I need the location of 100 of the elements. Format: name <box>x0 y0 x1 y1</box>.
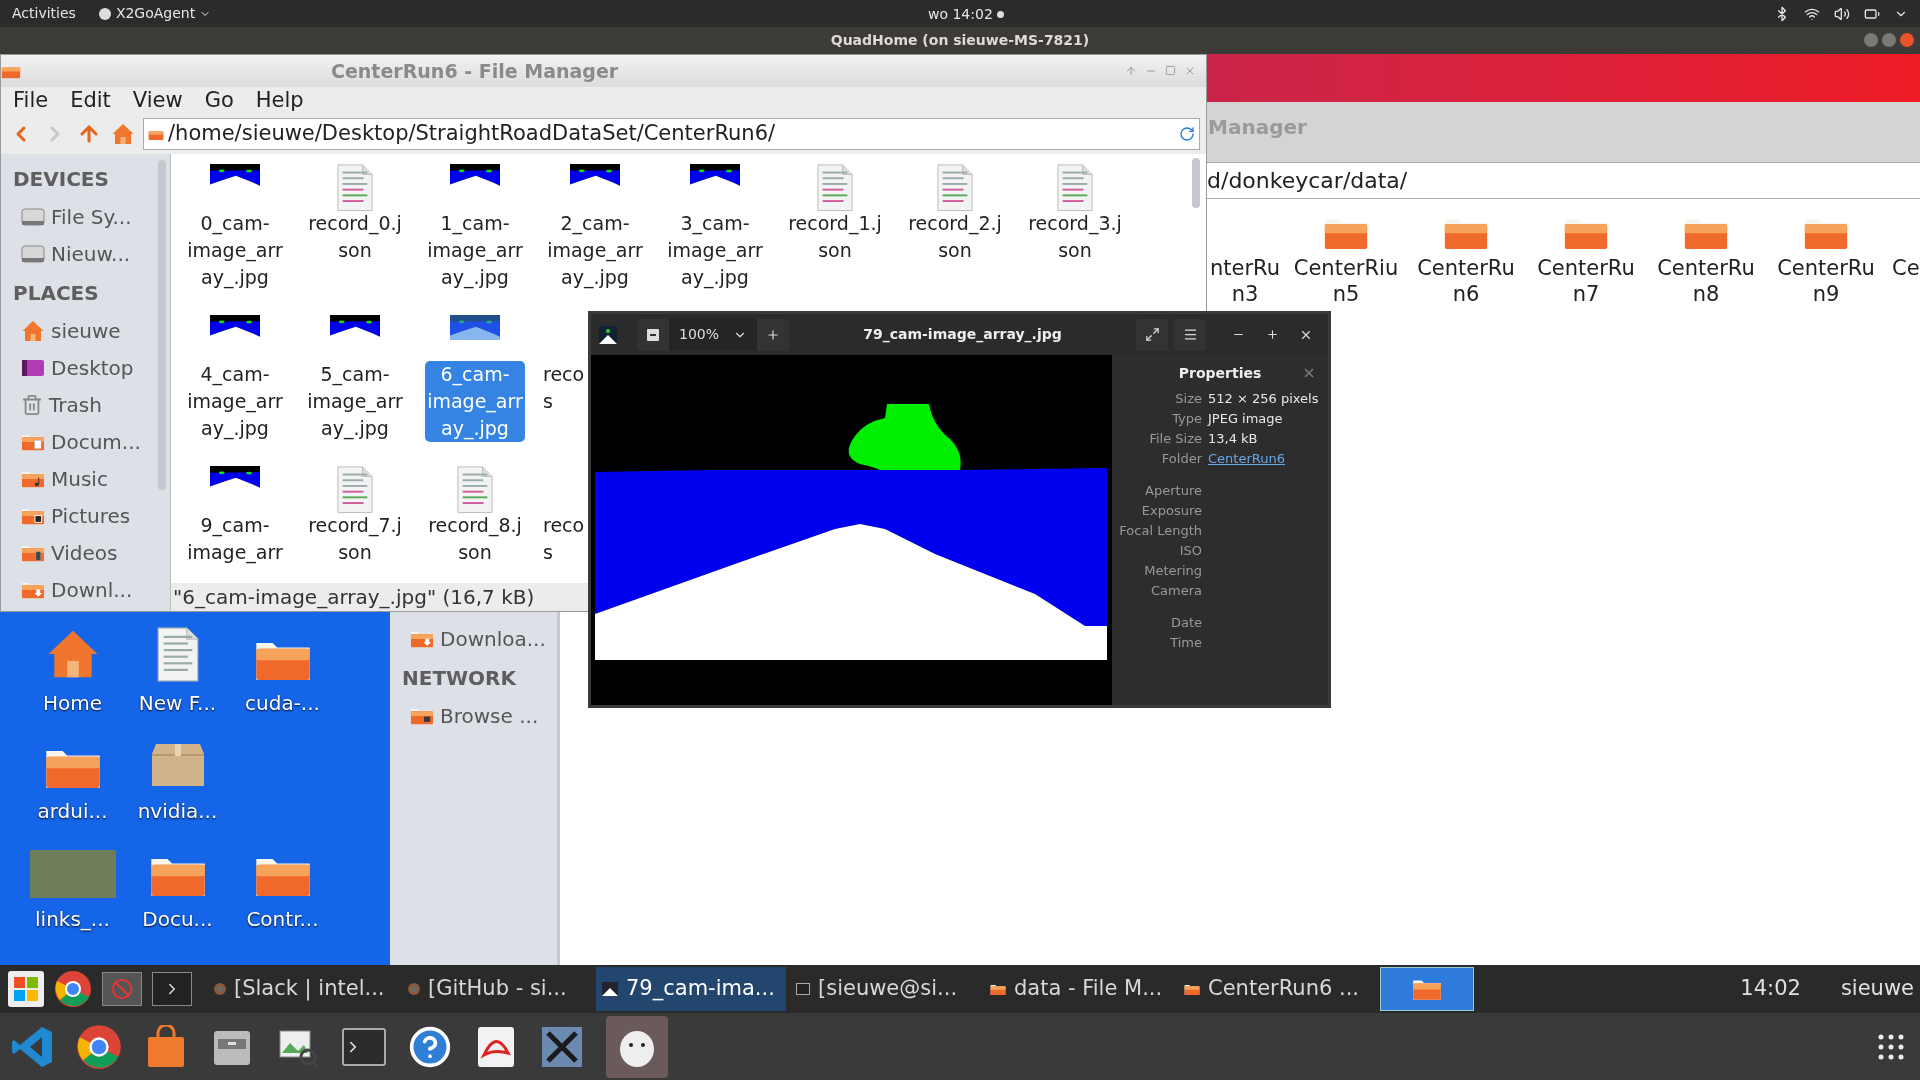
terminal-icon[interactable] <box>342 1027 386 1066</box>
volume-icon[interactable] <box>1834 5 1850 22</box>
file-name[interactable]: record_1.j son <box>786 210 884 264</box>
file-name[interactable]: 5_cam- image_arr ay_.jpg <box>305 361 405 442</box>
zoom-dropdown[interactable]: 100% <box>669 318 758 351</box>
workspace-switcher[interactable] <box>1380 967 1474 1011</box>
folder-name[interactable]: CenterRiu n5 <box>1293 254 1399 307</box>
sidebar-item[interactable]: Pictures <box>1 497 170 534</box>
desktop-icon-label[interactable]: ardui... <box>37 796 108 826</box>
sidebar-item[interactable]: Nieuw... <box>1 235 170 272</box>
json-file-icon <box>336 466 374 514</box>
taskbar-button[interactable]: data - File M... <box>984 967 1174 1011</box>
file-name[interactable]: record_0.j son <box>306 210 404 264</box>
file-name[interactable]: record_7.j son <box>306 512 404 566</box>
taskbar-clock[interactable]: 14:02 <box>1740 973 1801 1005</box>
desktop-icon-label[interactable]: Docu... <box>142 904 213 934</box>
property-label: Camera <box>1149 582 1202 600</box>
close-button[interactable] <box>1900 33 1914 47</box>
menu-item[interactable]: File <box>13 84 49 117</box>
menu-item[interactable]: Go <box>204 84 234 117</box>
start-menu-icon[interactable] <box>8 971 44 1007</box>
folder-icon <box>1184 982 1200 996</box>
taskbar-button[interactable]: CenterRun6 ... <box>1178 967 1368 1011</box>
file-name[interactable]: 0_cam- image_arr ay_.jpg <box>185 210 285 291</box>
code-editor-icon[interactable] <box>10 1024 54 1069</box>
sidebar-item[interactable]: sieuwe <box>1 312 170 349</box>
clock[interactable]: wo 14:02 <box>928 4 1004 25</box>
json-file-icon <box>336 164 374 212</box>
path-field[interactable]: /home/sieuwe/Desktop/StraightRoadDataSet/CenterRun6/ <box>143 118 1200 150</box>
menu-item[interactable]: Edit <box>70 84 111 117</box>
fullscreen-button[interactable] <box>1136 318 1168 351</box>
folder-name[interactable]: Ce <box>1892 255 1920 281</box>
sidebar-item[interactable]: Desktop <box>1 349 170 386</box>
maximize-button[interactable] <box>1882 33 1896 47</box>
file-name[interactable]: 1_cam- image_arr ay_.jpg <box>425 210 525 291</box>
sidebar-item[interactable]: Music <box>1 460 170 497</box>
desktop-icon-label[interactable]: Home <box>42 688 103 718</box>
sidebar-item[interactable]: Downl... <box>1 571 170 608</box>
file-name[interactable]: 3_cam- image_arr ay_.jpg <box>665 210 765 291</box>
app-menu[interactable]: X2GoAgent <box>97 3 212 24</box>
window-title: CenterRun6 - File Manager <box>331 58 619 84</box>
menu-item[interactable]: View <box>132 84 183 117</box>
browser-icon[interactable] <box>76 1023 122 1070</box>
file-name[interactable]: reco s <box>541 361 587 415</box>
property-label: Aperture <box>1144 482 1202 500</box>
desktop-icon-label[interactable]: nvidia... <box>137 796 218 826</box>
user-name[interactable]: sieuwe <box>1840 973 1914 1005</box>
window-title: 79_cam-image_array_.jpg <box>862 325 1063 345</box>
taskbar-button[interactable]: 79_cam-ima... <box>596 967 786 1011</box>
dock-app-button[interactable] <box>606 1015 668 1078</box>
file-name[interactable]: 2_cam- image_arr ay_.jpg <box>545 210 645 291</box>
desktop-icon-label[interactable]: New F... <box>138 688 217 718</box>
activities-button[interactable]: Activities <box>12 3 76 24</box>
folder-name[interactable]: CenterRu n7 <box>1537 254 1635 307</box>
path-field[interactable]: d/donkeycar/data/ <box>1207 163 1920 199</box>
app-icon <box>599 325 617 344</box>
file-name[interactable]: reco s <box>541 512 587 566</box>
sidebar-item[interactable]: Trash <box>1 386 170 423</box>
sidebar-header: DEVICES <box>12 166 110 193</box>
sidebar-item[interactable]: Browse ... <box>390 697 557 734</box>
scrollbar[interactable] <box>1192 158 1200 208</box>
menu-item[interactable]: Help <box>255 84 304 117</box>
file-name[interactable]: record_8.j son <box>426 512 524 566</box>
desktop-icon-label[interactable]: Contr... <box>246 904 319 934</box>
file-name[interactable]: record_2.j son <box>906 210 1004 264</box>
terminal-icon <box>796 983 810 995</box>
taskbar-button[interactable]: [sieuwe@si... <box>790 967 980 1011</box>
menu-button[interactable] <box>1174 318 1206 351</box>
taskbar-button[interactable]: [Slack | intel... <box>208 967 398 1011</box>
desktop-icon-label[interactable]: links_... <box>35 904 110 934</box>
terminal-launcher-icon[interactable] <box>152 972 192 1006</box>
desktop-icon-label[interactable]: cuda-... <box>245 688 320 718</box>
close-icon[interactable] <box>1302 366 1316 380</box>
file-name[interactable]: 4_cam- image_arr ay_.jpg <box>185 361 285 442</box>
folder-name[interactable]: CenterRu n6 <box>1417 254 1515 307</box>
browser-icon[interactable] <box>54 970 92 1008</box>
help-icon[interactable] <box>408 1024 452 1069</box>
minimize-button[interactable] <box>1864 33 1878 47</box>
sidebar-item[interactable]: File Sy... <box>1 198 170 235</box>
x-window-icon[interactable] <box>540 1024 584 1069</box>
app-grid-icon[interactable] <box>1878 1033 1904 1060</box>
plus-icon <box>766 327 781 342</box>
app-launcher-icon[interactable] <box>102 972 142 1006</box>
reload-icon[interactable] <box>1179 126 1195 142</box>
folder-name[interactable]: CenterRu n9 <box>1777 254 1875 307</box>
plus-icon <box>1265 328 1279 341</box>
file-name[interactable]: 6_cam- image_arr ay_.jpg <box>425 361 525 442</box>
minus-square-icon <box>647 328 659 341</box>
sidebar-item[interactable]: Downloa... <box>390 620 557 657</box>
file-name[interactable]: record_3.j son <box>1026 210 1124 264</box>
sidebar-item[interactable]: Videos <box>1 534 170 571</box>
file-name[interactable]: 9_cam- image_arr <box>185 512 285 566</box>
close-button[interactable] <box>1184 65 1196 77</box>
folder-link[interactable]: CenterRun6 <box>1208 449 1322 469</box>
folder-name[interactable]: nterRu n3 <box>1209 255 1280 307</box>
scrollbar[interactable] <box>158 160 166 490</box>
folder-name[interactable]: CenterRu n8 <box>1657 254 1755 307</box>
prohibited-icon <box>111 978 133 1000</box>
sidebar-item[interactable]: Docum... <box>1 423 170 460</box>
taskbar-button[interactable]: [GitHub - si... <box>402 967 592 1011</box>
